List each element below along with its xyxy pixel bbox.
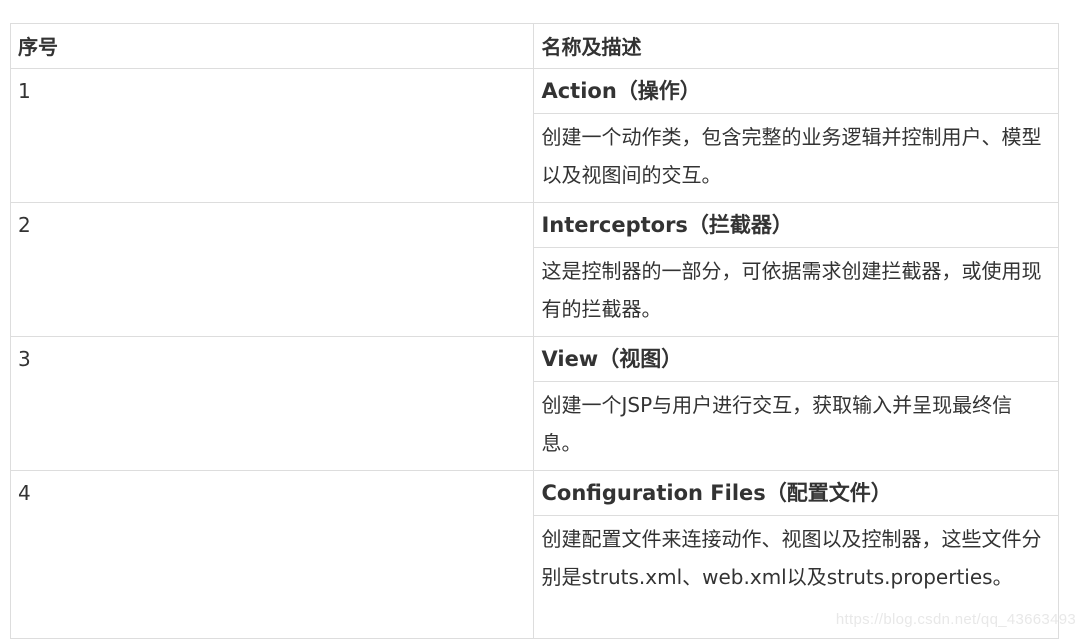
header-desc: 名称及描述 bbox=[533, 23, 1059, 69]
table-row: 2 Interceptors（拦截器） bbox=[9, 202, 1059, 337]
row-number-cell: 2 bbox=[9, 202, 535, 337]
components-table: 序号 名称及描述 1 Action（操作） 创建一个动作类，包含完整的业务逻辑并… bbox=[9, 23, 1059, 639]
row-name-cell: View（视图） bbox=[533, 336, 1059, 382]
table-row: 4 Configuration Files（配置文件） bbox=[9, 470, 1059, 639]
header-num: 序号 bbox=[9, 23, 535, 69]
row-name-cell: Configuration Files（配置文件） bbox=[533, 470, 1059, 516]
table-row: 1 Action（操作） bbox=[9, 68, 1059, 203]
row-name-cell: Interceptors（拦截器） bbox=[533, 202, 1059, 248]
row-number-cell: 4 bbox=[9, 470, 535, 639]
row-desc-cell: 创建一个动作类，包含完整的业务逻辑并控制用户、模型以及视图间的交互。 bbox=[533, 113, 1059, 203]
row-name-cell: Action（操作） bbox=[533, 68, 1059, 114]
row-desc-cell: 这是控制器的一部分，可依据需求创建拦截器，或使用现有的拦截器。 bbox=[533, 247, 1059, 337]
table-header-row: 序号 名称及描述 bbox=[9, 23, 1059, 69]
watermark-text: https://blog.csdn.net/qq_43663493 bbox=[835, 611, 1076, 628]
row-number-cell: 1 bbox=[9, 68, 535, 203]
row-desc-cell: 创建一个JSP与用户进行交互，获取输入并呈现最终信息。 bbox=[533, 381, 1059, 471]
row-number-cell: 3 bbox=[9, 336, 535, 471]
table-row: 3 View（视图） bbox=[9, 336, 1059, 471]
